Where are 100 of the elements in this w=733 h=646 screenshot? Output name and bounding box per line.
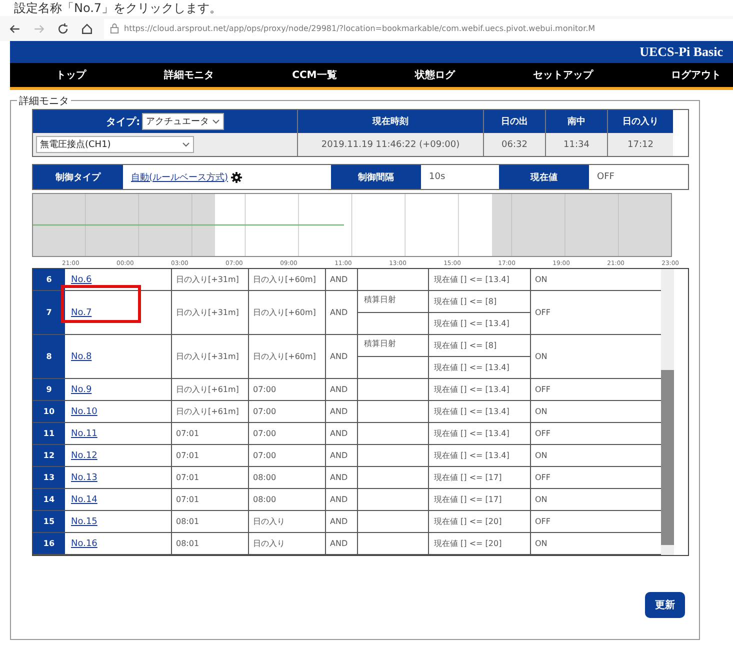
control-type-link[interactable]: 自動(ルールベース方式): [131, 170, 228, 184]
table-cell-text: OFF: [534, 384, 552, 396]
nav-link[interactable]: 詳細モニタ: [164, 68, 214, 82]
scrollbar[interactable]: [661, 269, 674, 555]
condition-cell-text: 現在値 [] <= [13.4]: [433, 318, 510, 330]
time-cell: 11:34: [545, 133, 607, 156]
current-label: 現在値: [499, 165, 589, 189]
table-cell: 07:00: [249, 401, 326, 422]
interval-label: 制御間隔: [331, 165, 421, 189]
condition-cell-text: 現在値 [] <= [13.4]: [433, 384, 510, 396]
header-cell: 南中: [545, 110, 607, 133]
nav-link[interactable]: CCM一覧: [292, 68, 337, 82]
row-number: 9: [33, 379, 65, 400]
condition-cell-text: 現在値 [] <= [13.4]: [433, 406, 510, 418]
table-cell: AND: [326, 335, 358, 378]
condition-cell-text: 現在値 [] <= [8]: [433, 296, 498, 308]
rule-name-link[interactable]: No.10: [71, 406, 98, 416]
table-cell: AND: [326, 401, 358, 422]
home-icon[interactable]: [80, 22, 94, 36]
update-button[interactable]: 更新: [645, 592, 685, 618]
table-cell: AND: [326, 423, 358, 444]
address-bar[interactable]: https://cloud.arsprout.net/app/ops/proxy/node/29981/?location=bookmarkable/com.webif.uecs.pivot.webui.monitor.M: [104, 18, 733, 38]
row-number: 10: [33, 401, 65, 422]
sensor-label: 積算日射: [364, 338, 396, 349]
condition-cell-text: 現在値 [] <= [13.4]: [433, 428, 510, 440]
table-cell: 08:01: [172, 533, 249, 554]
frame-legend: 詳細モニタ: [17, 94, 71, 108]
table-cell: 07:01: [172, 467, 249, 488]
table-cell: 07:00: [249, 379, 326, 400]
table-cell: AND: [326, 269, 358, 290]
row-number: 6: [33, 269, 65, 290]
condition-cell-text: 現在値 [] <= [8]: [433, 340, 498, 352]
table-cell-text: OFF: [534, 307, 552, 319]
time-cell: 2019.11.19 11:46:22 (+09:00): [297, 133, 483, 156]
app-title: UECS-Pi Basic: [640, 44, 723, 60]
table-cell: 日の入り[+60m]: [249, 335, 326, 378]
table-cell: 日の入り[+31m]: [172, 335, 249, 378]
time-cell: 06:32: [483, 133, 545, 156]
channel-dropdown[interactable]: 無電圧接点(CH1): [36, 136, 194, 153]
condition-cell-text: 現在値 [] <= [17]: [433, 494, 503, 506]
row-number: 16: [33, 533, 65, 554]
condition-cell-text: 現在値 [] <= [13.4]: [433, 362, 510, 374]
row-number: 13: [33, 467, 65, 488]
table-cell: 07:01: [172, 489, 249, 510]
condition-cell-text: 現在値 [] <= [17]: [433, 472, 503, 484]
type-label: タイプ:: [106, 115, 140, 128]
nav-link[interactable]: 状態ログ: [414, 68, 455, 82]
control-type-label: 制御タイプ: [33, 165, 123, 189]
table-cell: 08:00: [249, 489, 326, 510]
rule-name-link[interactable]: No.6: [71, 274, 92, 284]
time-cell: 17:12: [607, 133, 673, 156]
table-cell: 日の入り: [249, 511, 326, 532]
table-cell: AND: [326, 445, 358, 466]
table-cell-text: ON: [534, 351, 548, 363]
header-cell: 現在時刻: [297, 110, 483, 133]
rule-name-link[interactable]: No.12: [71, 450, 98, 460]
nav-link[interactable]: ログアウト: [670, 68, 721, 82]
table-cell: 08:01: [172, 511, 249, 532]
table-cell: AND: [326, 291, 358, 334]
table-cell-text: ON: [534, 450, 548, 462]
row-number: 15: [33, 511, 65, 532]
table-cell-text: OFF: [534, 516, 552, 528]
rule-name-link[interactable]: No.11: [71, 428, 98, 438]
table-cell-text: OFF: [534, 472, 552, 484]
table-cell: 08:00: [249, 467, 326, 488]
instruction-text: 設定名称「No.7」をクリックします。: [13, 0, 223, 16]
rule-name-link[interactable]: No.9: [71, 384, 92, 394]
chevron-down-icon: [182, 142, 190, 147]
row-number: 8: [33, 335, 65, 378]
condition-cell-text: 現在値 [] <= [13.4]: [433, 450, 510, 462]
header-cell: 日の入り: [607, 110, 673, 133]
condition-cell-text: 現在値 [] <= [20]: [433, 516, 503, 528]
rule-name-link[interactable]: No.15: [71, 516, 98, 526]
table-cell: 日の入り: [249, 533, 326, 554]
table-cell: 07:01: [172, 423, 249, 444]
type-dropdown[interactable]: アクチュエータ: [142, 113, 224, 130]
chevron-down-icon: [212, 119, 220, 124]
table-cell: 日の入り[+60m]: [249, 269, 326, 290]
table-cell: AND: [326, 379, 358, 400]
nav-link[interactable]: トップ: [56, 68, 86, 82]
table-cell: 日の入り[+61m]: [172, 401, 249, 422]
table-cell: 日の入り[+61m]: [172, 379, 249, 400]
table-cell-text: ON: [534, 274, 548, 286]
rule-name-link[interactable]: No.16: [71, 538, 98, 548]
settings-icon[interactable]: [231, 172, 242, 182]
rule-name-link[interactable]: No.7: [71, 308, 92, 318]
sensor-label: 積算日射: [364, 294, 396, 305]
rule-name-link[interactable]: No.13: [71, 472, 98, 482]
table-cell: 07:00: [249, 445, 326, 466]
table-cell: 07:00: [249, 423, 326, 444]
reload-icon[interactable]: [56, 22, 70, 36]
rule-name-link[interactable]: No.14: [71, 494, 98, 504]
table-cell: AND: [326, 533, 358, 554]
table-cell: 日の入り[+31m]: [172, 269, 249, 290]
table-cell: AND: [326, 467, 358, 488]
rule-name-link[interactable]: No.8: [71, 352, 92, 362]
table-cell: 日の入り[+31m]: [172, 291, 249, 334]
table-cell: 07:01: [172, 445, 249, 466]
nav-link[interactable]: セットアップ: [532, 68, 593, 82]
table-cell-text: ON: [534, 538, 548, 550]
